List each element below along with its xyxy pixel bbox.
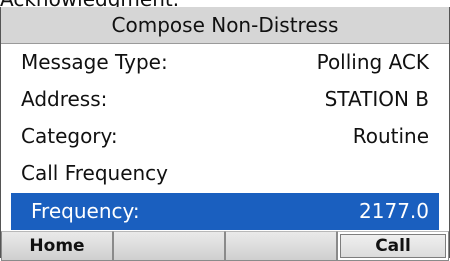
category-value: Routine bbox=[352, 124, 429, 148]
screen-title: Compose Non-Distress bbox=[1, 7, 449, 44]
category-row[interactable]: Category: Routine bbox=[1, 118, 449, 155]
frequency-row-selected[interactable]: Frequency: 2177.0 bbox=[11, 193, 439, 230]
call-frequency-heading-row: Call Frequency bbox=[1, 155, 449, 192]
address-value: STATION B bbox=[324, 87, 429, 111]
home-softkey[interactable]: Home bbox=[1, 231, 113, 261]
message-type-label: Message Type: bbox=[21, 50, 168, 74]
call-frequency-heading: Call Frequency bbox=[21, 161, 169, 185]
call-softkey[interactable]: Call bbox=[337, 231, 449, 261]
softkey-bar: Home Call bbox=[1, 231, 449, 261]
message-type-row[interactable]: Message Type: Polling ACK bbox=[1, 44, 449, 81]
frequency-label: Frequency: bbox=[31, 199, 140, 223]
address-row[interactable]: Address: STATION B bbox=[1, 81, 449, 118]
softkey-2[interactable] bbox=[113, 231, 225, 261]
message-type-value: Polling ACK bbox=[316, 50, 429, 74]
category-label: Category: bbox=[21, 124, 118, 148]
frequency-value: 2177.0 bbox=[359, 199, 429, 223]
radio-screen: Compose Non-Distress Message Type: Polli… bbox=[0, 7, 450, 261]
address-label: Address: bbox=[21, 87, 108, 111]
softkey-3[interactable] bbox=[225, 231, 337, 261]
